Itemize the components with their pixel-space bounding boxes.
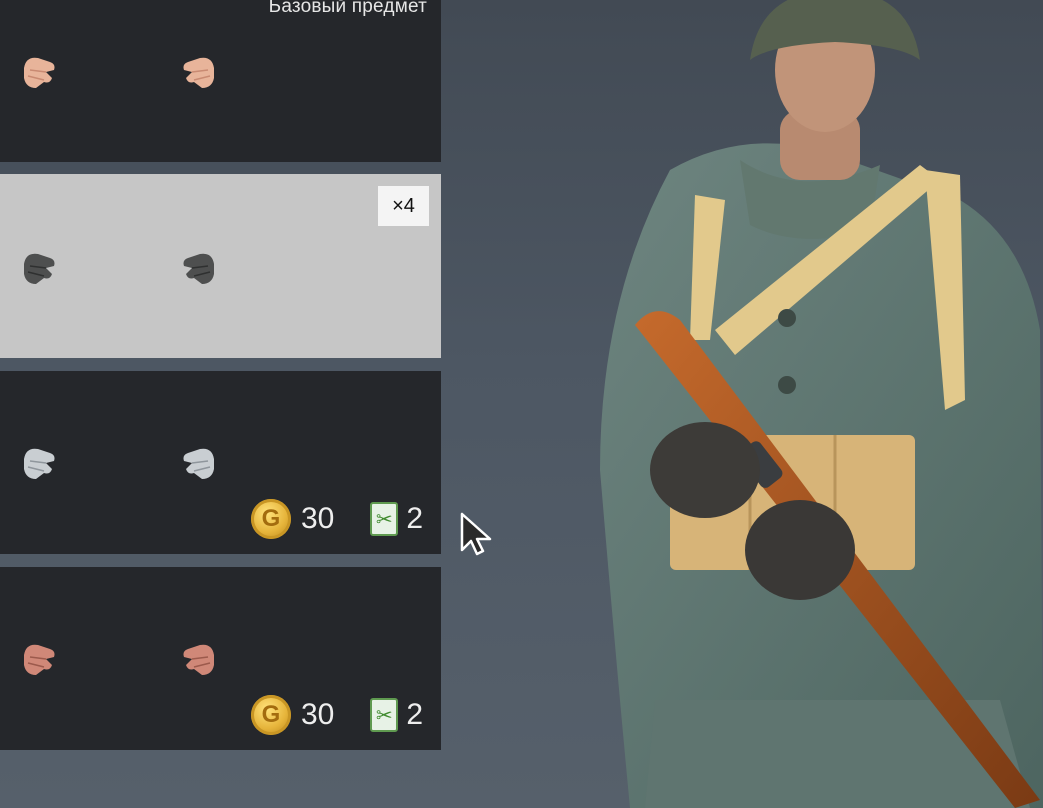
right-glove-icon xyxy=(176,48,222,94)
glove-variant-card-pink[interactable]: G 30 ✂ 2 xyxy=(0,567,441,750)
gold-coin-icon: G xyxy=(250,695,291,735)
glove-variant-card-base[interactable]: Базовый предмет xyxy=(0,0,441,162)
right-glove-icon xyxy=(176,244,222,290)
mouse-cursor-icon xyxy=(460,512,494,561)
glove-variant-card-selected[interactable]: ×4 xyxy=(0,174,441,358)
right-glove-icon xyxy=(176,439,222,485)
gold-coin-icon: G xyxy=(250,499,291,539)
left-glove-icon xyxy=(16,244,62,290)
left-glove-icon xyxy=(16,635,62,681)
glove-variant-card-grey[interactable]: G 30 ✂ 2 xyxy=(0,371,441,554)
ticket-price: 2 xyxy=(406,698,423,731)
left-glove-icon xyxy=(16,48,62,94)
price-row: G 30 ✂ 2 xyxy=(250,499,423,539)
gold-price: 30 xyxy=(300,698,335,731)
item-title: Базовый предмет xyxy=(268,0,427,17)
glove-variant-list: Базовый предмет ×4 G 30 ✂ 2 G 30 ✂ 2 xyxy=(0,0,441,808)
order-ticket-icon: ✂ xyxy=(370,698,399,732)
quantity-badge: ×4 xyxy=(378,186,429,226)
gold-price: 30 xyxy=(300,502,335,535)
ticket-price: 2 xyxy=(406,502,423,535)
left-glove-icon xyxy=(16,439,62,485)
order-ticket-icon: ✂ xyxy=(370,502,399,536)
right-glove-icon xyxy=(176,635,222,681)
character-preview xyxy=(440,0,1043,808)
price-row: G 30 ✂ 2 xyxy=(250,695,423,735)
